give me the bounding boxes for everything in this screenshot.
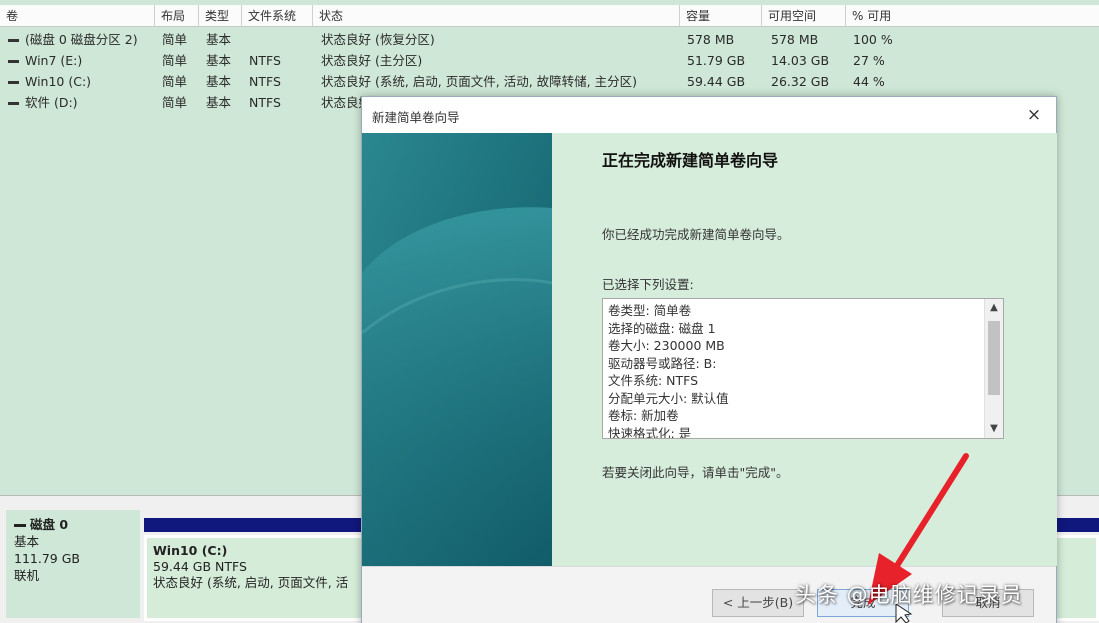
volume-name: Win10 (C:) (0, 71, 155, 92)
volume-name: 软件 (D:) (0, 92, 155, 113)
setting-item: 分配单元大小: 默认值 (608, 390, 729, 406)
watermark: 头条 @电脑维修记录员 (795, 583, 1023, 607)
wizard-heading: 正在完成新建简单卷向导 (602, 151, 779, 170)
volume-filesystem: NTFS (249, 95, 281, 110)
volume-filesystem: NTFS (249, 53, 281, 68)
disk-status: 联机 (14, 568, 40, 583)
column-header-filesystem[interactable]: 文件系统 (242, 5, 313, 27)
setting-item: 驱动器号或路径: B: (608, 355, 717, 371)
volume-icon (8, 102, 19, 105)
volume-free-space: 26.32 GB (771, 74, 830, 89)
volume-status: 状态良好 (系统, 启动, 页面文件, 活动, 故障转储, 主分区) (321, 74, 637, 89)
banner-graphic (362, 133, 552, 566)
settings-summary-box[interactable]: 卷类型: 简单卷 选择的磁盘: 磁盘 1 卷大小: 230000 MB 驱动器号… (602, 298, 1004, 439)
settings-label: 已选择下列设置: (602, 277, 694, 292)
volume-icon (8, 60, 19, 63)
volume-list-header: 卷 布局 类型 文件系统 状态 容量 可用空间 % 可用 (0, 5, 1099, 27)
new-simple-volume-wizard-dialog: 新建简单卷向导 × 正在完成新建简单卷向导 你已经成功完成新建简单卷向导。 已选… (361, 96, 1057, 623)
volume-icon (8, 81, 19, 84)
disk-type: 基本 (14, 534, 40, 549)
volume-percent-free: 27 % (853, 53, 885, 68)
dialog-title: 新建简单卷向导 (372, 110, 460, 125)
volume-capacity: 578 MB (687, 32, 735, 47)
volume-row[interactable]: (磁盘 0 磁盘分区 2) 简单 基本 状态良好 (恢复分区) 578 MB 5… (0, 29, 1099, 50)
close-hint-text: 若要关闭此向导，请单击"完成"。 (602, 465, 789, 480)
setting-item: 文件系统: NTFS (608, 373, 699, 388)
settings-scrollbar[interactable]: ▲ ▼ (984, 299, 1003, 438)
volume-icon (8, 39, 19, 42)
column-header-percent-free[interactable]: % 可用 (846, 5, 1099, 27)
chevron-down-icon[interactable]: ▼ (985, 420, 1003, 438)
volume-type: 基本 (206, 53, 232, 68)
column-header-type[interactable]: 类型 (199, 5, 242, 27)
setting-item: 卷大小: 230000 MB (608, 338, 725, 353)
setting-item: 卷标: 新加卷 (608, 408, 679, 423)
volume-type: 基本 (206, 74, 232, 89)
volume-layout: 简单 (162, 95, 188, 110)
volume-status: 状态良好 (主分区) (321, 53, 423, 68)
chevron-up-icon[interactable]: ▲ (985, 299, 1003, 317)
column-header-free-space[interactable]: 可用空间 (762, 5, 846, 27)
volume-name: Win7 (E:) (0, 50, 155, 71)
dialog-titlebar[interactable]: 新建简单卷向导 × (362, 97, 1056, 133)
setting-item: 快速格式化: 是 (608, 425, 692, 439)
volume-percent-free: 100 % (853, 32, 893, 47)
close-icon[interactable]: × (1020, 102, 1048, 128)
volume-layout: 简单 (162, 53, 188, 68)
setting-item: 选择的磁盘: 磁盘 1 (608, 320, 716, 336)
column-header-capacity[interactable]: 容量 (680, 5, 762, 27)
column-header-volume[interactable]: 卷 (0, 5, 155, 27)
volume-status: 状态良好 (恢复分区) (321, 32, 435, 47)
volume-capacity: 59.44 GB (687, 74, 746, 89)
column-header-status[interactable]: 状态 (313, 5, 680, 27)
volume-type: 基本 (206, 95, 232, 110)
volume-row[interactable]: Win10 (C:) 简单 基本 NTFS 状态良好 (系统, 启动, 页面文件… (0, 71, 1099, 92)
settings-list: 卷类型: 简单卷 选择的磁盘: 磁盘 1 卷大小: 230000 MB 驱动器号… (608, 302, 978, 439)
column-header-layout[interactable]: 布局 (155, 5, 199, 27)
volume-free-space: 578 MB (771, 32, 819, 47)
disk-info-panel[interactable]: 磁盘 0 基本 111.79 GB 联机 (6, 510, 140, 618)
volume-name: (磁盘 0 磁盘分区 2) (0, 29, 155, 50)
scrollbar-thumb[interactable] (988, 321, 1000, 395)
volume-row[interactable]: Win7 (E:) 简单 基本 NTFS 状态良好 (主分区) 51.79 GB… (0, 50, 1099, 71)
volume-percent-free: 44 % (853, 74, 885, 89)
volume-capacity: 51.79 GB (687, 53, 746, 68)
volume-type: 基本 (206, 32, 232, 47)
wizard-content: 正在完成新建简单卷向导 你已经成功完成新建简单卷向导。 已选择下列设置: 卷类型… (552, 133, 1057, 566)
wizard-side-banner (362, 133, 552, 566)
volume-layout: 简单 (162, 74, 188, 89)
disk-name: 磁盘 0 (14, 516, 140, 533)
volume-filesystem: NTFS (249, 74, 281, 89)
volume-free-space: 14.03 GB (771, 53, 830, 68)
wizard-success-text: 你已经成功完成新建简单卷向导。 (602, 227, 790, 242)
volume-filesystem (249, 29, 309, 50)
volume-layout: 简单 (162, 32, 188, 47)
disk-size: 111.79 GB (14, 551, 80, 566)
back-button[interactable]: < 上一步(B) (712, 589, 804, 617)
setting-item: 卷类型: 简单卷 (608, 303, 692, 318)
